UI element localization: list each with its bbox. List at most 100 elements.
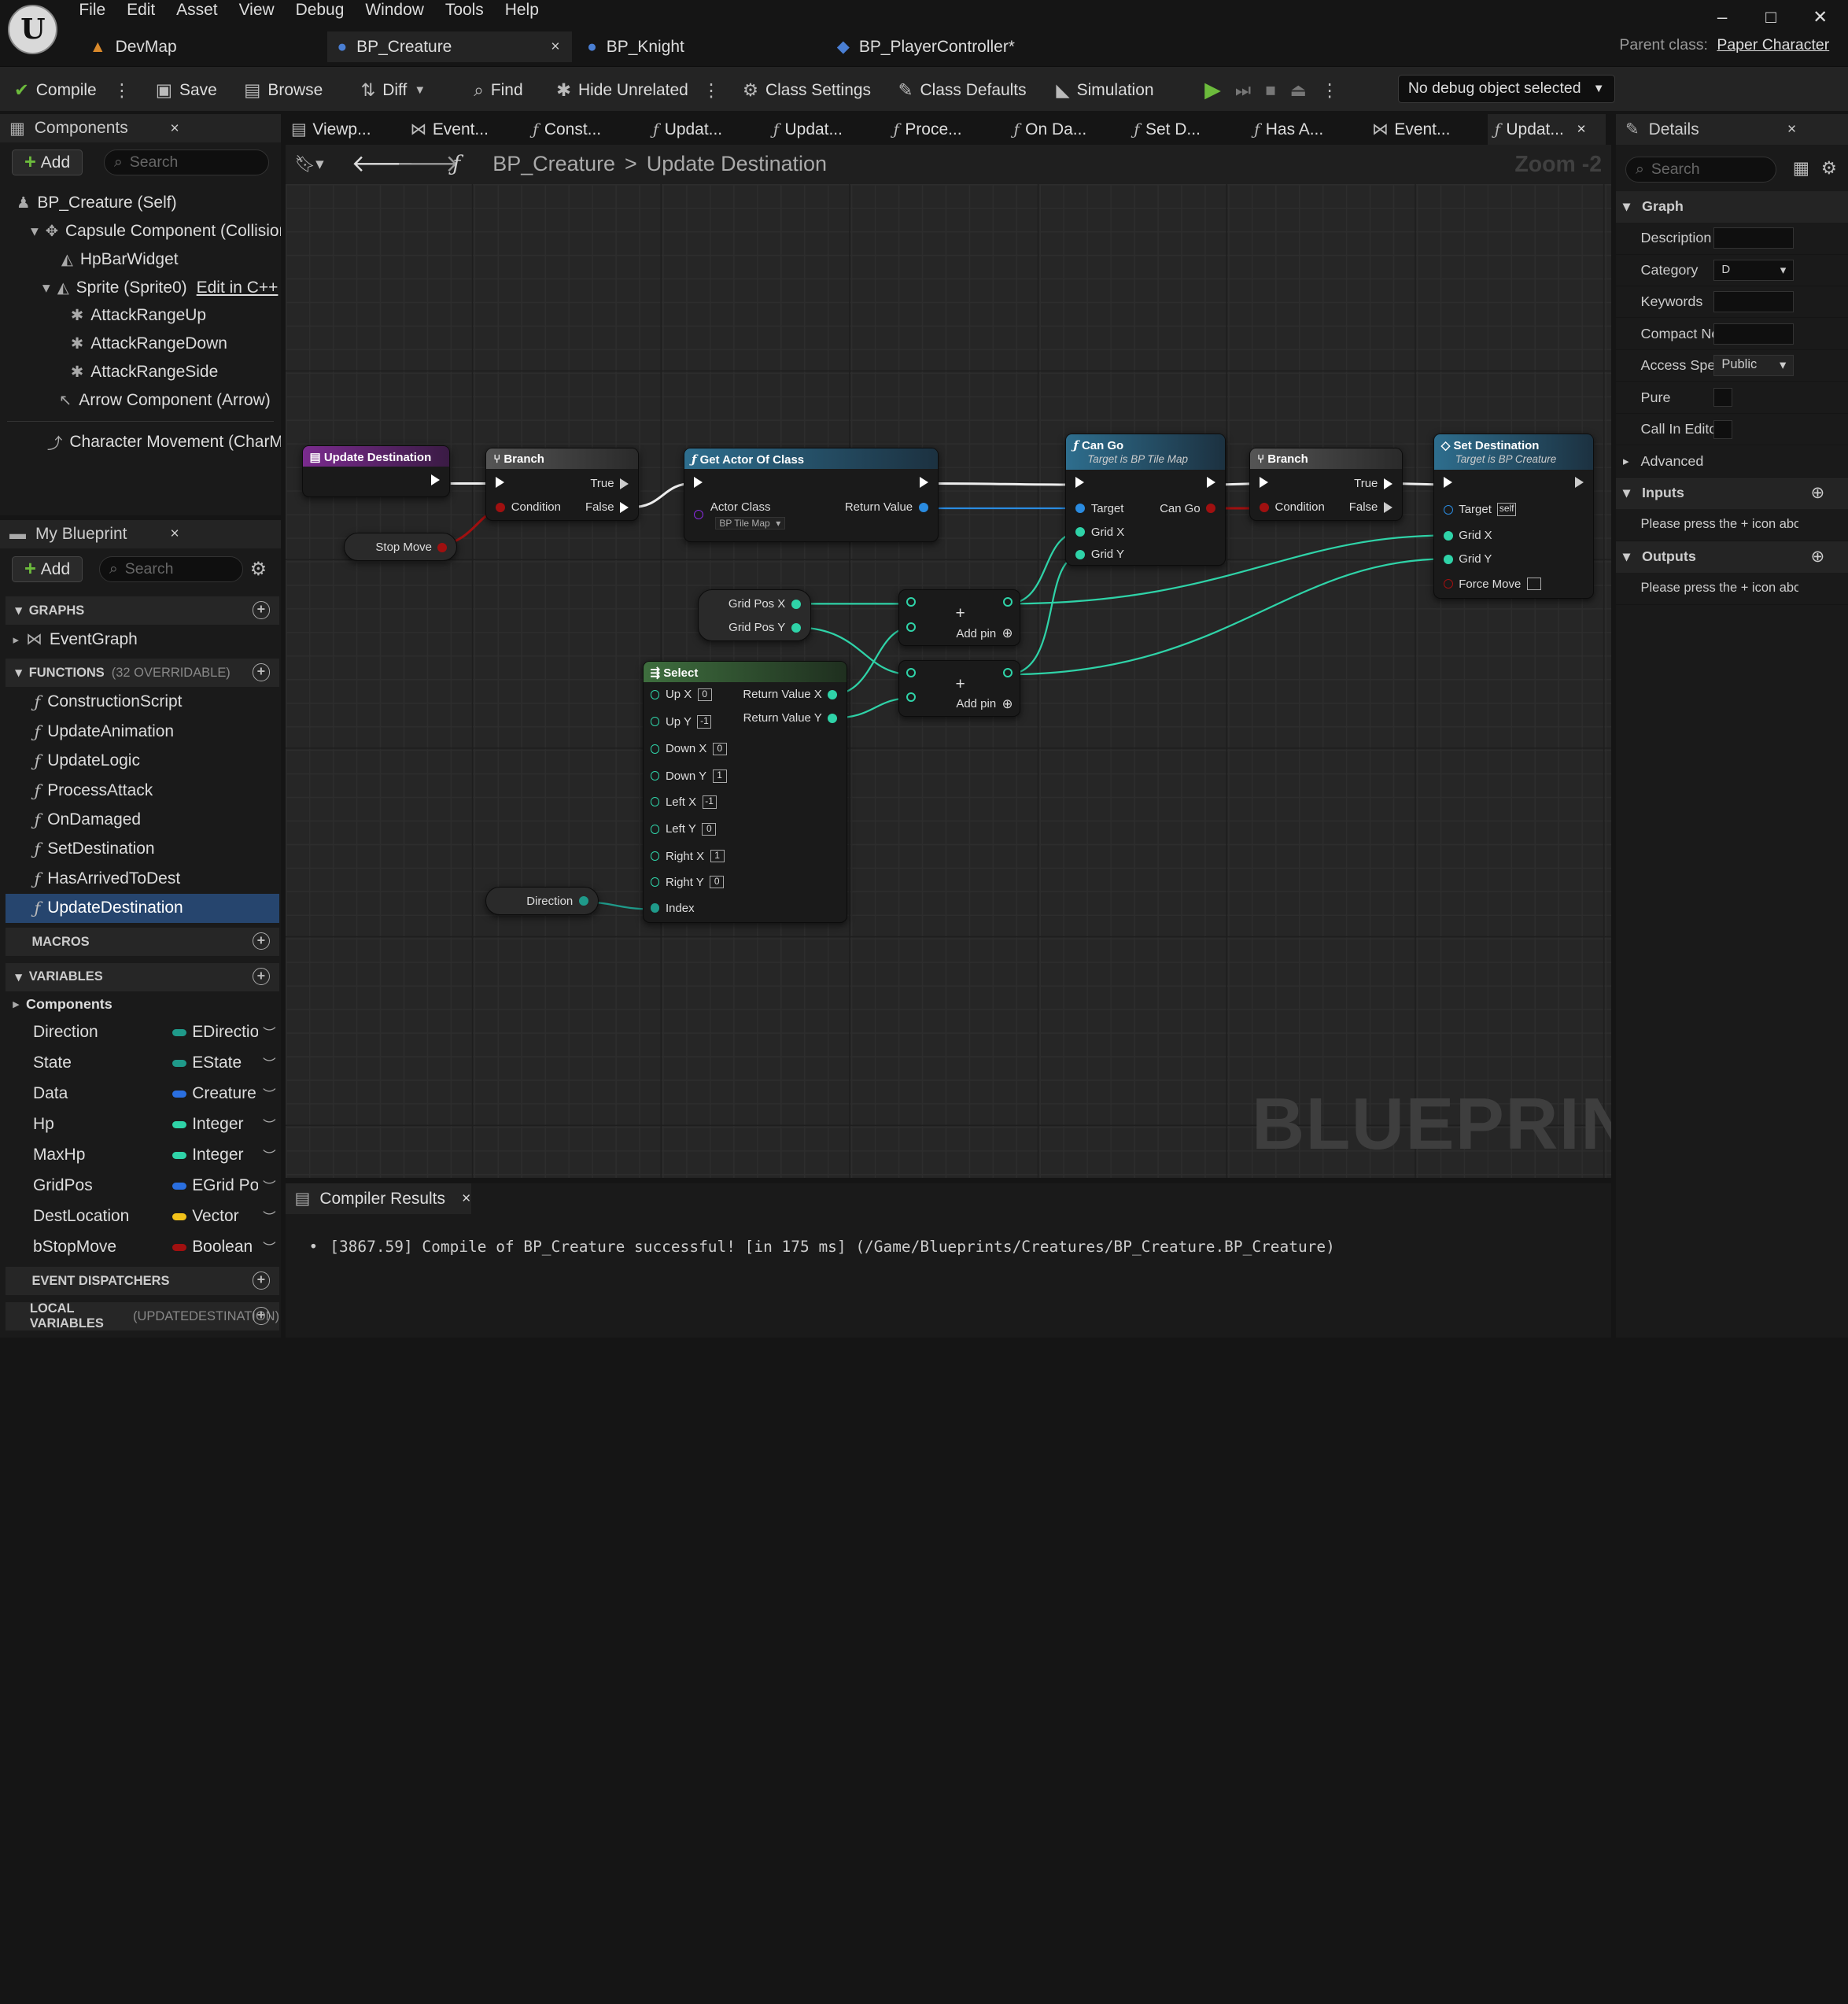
- function-item[interactable]: ƒ OnDamaged: [6, 805, 279, 834]
- pure-checkbox[interactable]: [1713, 388, 1733, 408]
- add-component-button[interactable]: + Add: [11, 149, 83, 176]
- add-local-variable-icon[interactable]: +: [252, 1307, 271, 1325]
- tab-devmap[interactable]: ▲ DevMap: [85, 31, 321, 62]
- tab-construction[interactable]: ƒ Const...: [533, 114, 601, 145]
- my-blueprint-search-input[interactable]: ⌕ Search: [98, 556, 243, 583]
- tree-item-charmovement[interactable]: ⤴ Character Movement (CharMoveComp): [0, 428, 281, 456]
- exec-out-pin[interactable]: [1574, 477, 1584, 489]
- stop-move-pin[interactable]: Stop Move: [375, 541, 448, 554]
- eye-closed-icon[interactable]: ︶: [263, 1176, 275, 1195]
- pin-value[interactable]: 0: [710, 875, 725, 889]
- exec-in-pin[interactable]: [496, 477, 505, 489]
- pin-value[interactable]: 0: [712, 742, 727, 756]
- variable-item[interactable]: MaxHp Integer ︶: [6, 1140, 279, 1171]
- target-pin[interactable]: Target self: [1443, 503, 1516, 516]
- close-tab-button[interactable]: ×: [551, 38, 559, 56]
- maximize-button[interactable]: □: [1765, 7, 1776, 28]
- eye-closed-icon[interactable]: ︶: [263, 1146, 275, 1164]
- tree-item-arrow[interactable]: ↖ Arrow Component (Arrow): [0, 386, 281, 415]
- node-branch-2[interactable]: ⑂ Branch Condition True False: [1249, 448, 1403, 522]
- exec-out-pin[interactable]: [1207, 477, 1216, 489]
- grid-x-pin[interactable]: Grid X: [1075, 526, 1124, 539]
- tree-item-attackrangedown[interactable]: ✱ AttackRangeDown: [0, 330, 281, 358]
- diff-button[interactable]: ⇅ Diff ▼: [360, 79, 426, 102]
- bookmark-icon[interactable]: 🔖︎▾: [295, 154, 324, 174]
- menu-debug[interactable]: Debug: [285, 1, 355, 20]
- add-output-icon[interactable]: ⊕: [1811, 547, 1825, 567]
- function-item[interactable]: ƒ ProcessAttack: [6, 776, 279, 805]
- menu-edit[interactable]: Edit: [116, 1, 166, 20]
- tab-process-attack[interactable]: ƒ Proce...: [894, 114, 962, 145]
- components-group[interactable]: ▸ Components: [6, 991, 279, 1017]
- functions-section[interactable]: ▾ FUNCTIONS (32 OVERRIDABLE) +: [6, 659, 280, 688]
- macros-section[interactable]: MACROS +: [6, 928, 280, 956]
- option-pin[interactable]: Left Y 0: [650, 822, 717, 836]
- unreal-logo-icon[interactable]: U: [8, 4, 58, 54]
- tree-item-attackrangeup[interactable]: ✱ AttackRangeUp: [0, 302, 281, 330]
- variable-item[interactable]: DestLocation Vector ︶: [6, 1201, 279, 1232]
- gear-icon[interactable]: ⚙: [1821, 158, 1837, 179]
- grid-y-pin[interactable]: Grid Y: [1443, 552, 1492, 566]
- find-button[interactable]: ⌕ Find: [474, 79, 522, 102]
- function-item[interactable]: ƒ UpdateLogic: [6, 746, 279, 775]
- tree-item-sprite[interactable]: ▾ ◭ Sprite (Sprite0) Edit in C++: [0, 274, 281, 302]
- eye-closed-icon[interactable]: ︶: [263, 1207, 275, 1226]
- category-combo[interactable]: D ▾: [1713, 259, 1795, 281]
- tab-bp-playercontroller[interactable]: ◆ BP_PlayerController*: [832, 31, 1068, 62]
- expand-arrow-icon[interactable]: ▾: [42, 279, 50, 297]
- option-pin[interactable]: Up Y -1: [650, 715, 712, 729]
- eye-closed-icon[interactable]: ︶: [263, 1084, 275, 1103]
- option-pin[interactable]: Down X 0: [650, 742, 727, 756]
- result-pin[interactable]: [1003, 667, 1013, 677]
- option-pin[interactable]: Up X 0: [650, 688, 712, 701]
- variable-item[interactable]: Direction EDirection ︶: [6, 1017, 279, 1048]
- inputs-section[interactable]: ▾ Inputs ⊕: [1616, 477, 1848, 510]
- condition-pin[interactable]: Condition: [1260, 500, 1325, 514]
- access-specifier-select[interactable]: Public ▾: [1713, 355, 1795, 377]
- menu-view[interactable]: View: [228, 1, 285, 20]
- compact-title-input[interactable]: [1713, 323, 1795, 345]
- forward-arrow-icon[interactable]: 🡒: [396, 149, 459, 178]
- condition-pin[interactable]: Condition: [496, 500, 561, 514]
- variable-item[interactable]: GridPos EGrid Pos ︶: [6, 1171, 279, 1201]
- compile-button[interactable]: ✔ Compile ⋮: [14, 79, 131, 102]
- class-settings-button[interactable]: ⚙ Class Settings: [743, 79, 871, 102]
- function-item-selected[interactable]: ƒ UpdateDestination: [6, 893, 280, 924]
- tab-has-arrived[interactable]: ƒ Has A...: [1254, 114, 1323, 145]
- tree-item-attackrangeside[interactable]: ✱ AttackRangeSide: [0, 358, 281, 386]
- option-pin[interactable]: Left X -1: [650, 795, 717, 809]
- variable-item[interactable]: State EState ︶: [6, 1048, 279, 1079]
- add-pin-button[interactable]: Add pin ⊕: [956, 696, 1013, 712]
- menu-file[interactable]: File: [68, 1, 116, 20]
- node-set-destination[interactable]: ◇ Set Destination Target is BP Creature T…: [1433, 434, 1594, 600]
- add-pin-button[interactable]: Add pin ⊕: [956, 626, 1013, 641]
- variables-section[interactable]: ▾ VARIABLES +: [6, 962, 280, 991]
- option-pin[interactable]: Down Y 1: [650, 769, 727, 783]
- expand-arrow-icon[interactable]: ▾: [31, 222, 39, 241]
- grid-y-pin[interactable]: Grid Y: [1075, 548, 1124, 561]
- eye-closed-icon[interactable]: ︶: [263, 1054, 275, 1072]
- components-search-input[interactable]: ⌕ Search: [103, 149, 269, 176]
- class-select[interactable]: BP Tile Map ▾: [714, 517, 785, 530]
- browse-button[interactable]: ▤ Browse: [244, 79, 323, 102]
- keywords-input[interactable]: [1713, 291, 1795, 313]
- tab-update-animation[interactable]: ƒ Updat...: [653, 114, 722, 145]
- variable-item[interactable]: Hp Integer ︶: [6, 1109, 279, 1140]
- node-get-actor-of-class[interactable]: ƒ Get Actor Of Class Actor Class BP Tile…: [683, 448, 939, 543]
- eye-closed-icon[interactable]: ︶: [263, 1238, 275, 1257]
- tab-event-graph[interactable]: ⋈ Event...: [410, 114, 489, 145]
- add-variable-icon[interactable]: +: [252, 967, 271, 986]
- exec-out-pin[interactable]: [919, 477, 929, 489]
- node-stop-move-getter[interactable]: Stop Move: [344, 533, 458, 562]
- return-value-pin[interactable]: Return Value: [845, 500, 928, 514]
- gear-icon[interactable]: ⚙: [250, 558, 267, 581]
- node-grid-pos-getter[interactable]: Grid Pos X Grid Pos Y: [697, 589, 811, 641]
- close-panel-button[interactable]: ×: [1787, 120, 1796, 138]
- debug-object-select[interactable]: No debug object selected ▼: [1397, 75, 1615, 104]
- function-item[interactable]: ƒ HasArrivedToDest: [6, 864, 279, 893]
- outputs-section[interactable]: ▾ Outputs ⊕: [1616, 541, 1848, 574]
- menu-asset[interactable]: Asset: [166, 1, 228, 20]
- more-options-icon[interactable]: ⋮: [703, 80, 720, 101]
- eye-closed-icon[interactable]: ︶: [263, 1023, 275, 1042]
- return-y-pin[interactable]: Return Value Y: [743, 711, 838, 725]
